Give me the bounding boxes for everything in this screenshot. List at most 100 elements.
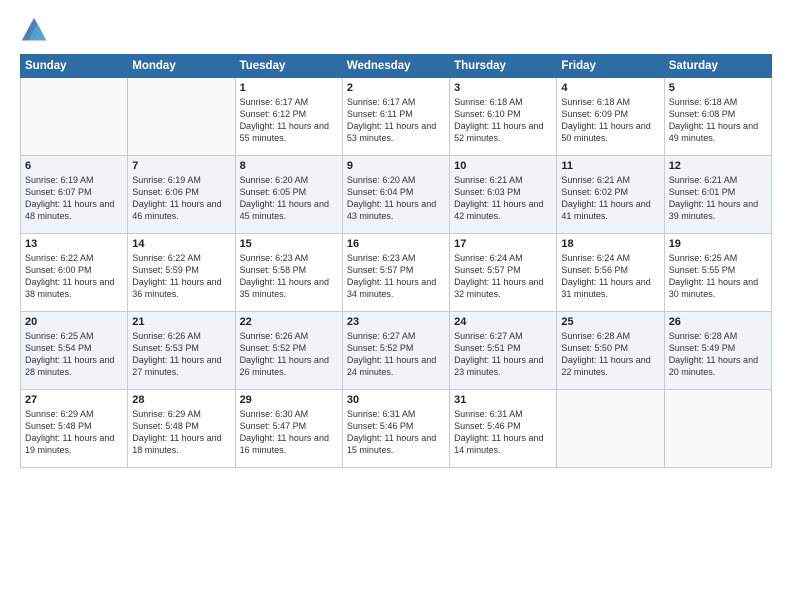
day-cell: 2 Sunrise: 6:17 AM Sunset: 6:11 PM Daylig… [342,78,449,156]
day-number: 10 [454,160,552,172]
day-cell: 11 Sunrise: 6:21 AM Sunset: 6:02 PM Dayli… [557,156,664,234]
day-info: Sunrise: 6:24 AM Sunset: 5:57 PM Dayligh… [454,252,552,301]
day-cell: 27Sunrise: 6:29 AM Sunset: 5:48 PM Dayli… [21,390,128,468]
day-cell [557,390,664,468]
day-cell: 14Sunrise: 6:22 AM Sunset: 5:59 PM Dayli… [128,234,235,312]
header-cell-thursday: Thursday [450,55,557,78]
logo-icon [20,16,48,44]
day-info: Sunrise: 6:24 AM Sunset: 5:56 PM Dayligh… [561,252,659,301]
day-cell: 6 Sunrise: 6:19 AM Sunset: 6:07 PM Daylig… [21,156,128,234]
day-cell: 9Sunrise: 6:20 AM Sunset: 6:04 PM Daylig… [342,156,449,234]
day-info: Sunrise: 6:19 AM Sunset: 6:06 PM Dayligh… [132,174,230,223]
day-info: Sunrise: 6:26 AM Sunset: 5:52 PM Dayligh… [240,330,338,379]
day-number: 7 [132,160,230,172]
day-number: 4 [561,82,659,94]
day-cell: 1Sunrise: 6:17 AM Sunset: 6:12 PM Daylig… [235,78,342,156]
day-cell: 26 Sunrise: 6:28 AM Sunset: 5:49 PM Dayli… [664,312,771,390]
day-info: Sunrise: 6:21 AM Sunset: 6:03 PM Dayligh… [454,174,552,223]
day-cell: 16 Sunrise: 6:23 AM Sunset: 5:57 PM Dayli… [342,234,449,312]
day-info: Sunrise: 6:21 AM Sunset: 6:01 PM Dayligh… [669,174,767,223]
day-cell: 25 Sunrise: 6:28 AM Sunset: 5:50 PM Dayli… [557,312,664,390]
day-cell: 18 Sunrise: 6:24 AM Sunset: 5:56 PM Dayli… [557,234,664,312]
day-info: Sunrise: 6:19 AM Sunset: 6:07 PM Dayligh… [25,174,123,223]
day-cell: 22 Sunrise: 6:26 AM Sunset: 5:52 PM Dayli… [235,312,342,390]
day-number: 26 [669,316,767,328]
day-info: Sunrise: 6:31 AM Sunset: 5:46 PM Dayligh… [454,408,552,457]
header-row: SundayMondayTuesdayWednesdayThursdayFrid… [21,55,772,78]
day-number: 8 [240,160,338,172]
header-cell-saturday: Saturday [664,55,771,78]
day-info: Sunrise: 6:22 AM Sunset: 6:00 PM Dayligh… [25,252,123,301]
day-info: Sunrise: 6:20 AM Sunset: 6:05 PM Dayligh… [240,174,338,223]
day-number: 21 [132,316,230,328]
calendar-table: SundayMondayTuesdayWednesdayThursdayFrid… [20,54,772,468]
day-cell: 31 Sunrise: 6:31 AM Sunset: 5:46 PM Dayli… [450,390,557,468]
logo [20,16,54,44]
day-info: Sunrise: 6:21 AM Sunset: 6:02 PM Dayligh… [561,174,659,223]
day-cell: 21Sunrise: 6:26 AM Sunset: 5:53 PM Dayli… [128,312,235,390]
day-info: Sunrise: 6:23 AM Sunset: 5:57 PM Dayligh… [347,252,445,301]
day-cell: 12 Sunrise: 6:21 AM Sunset: 6:01 PM Dayli… [664,156,771,234]
day-number: 12 [669,160,767,172]
day-number: 28 [132,394,230,406]
day-cell [21,78,128,156]
day-number: 11 [561,160,659,172]
day-number: 9 [347,160,445,172]
day-info: Sunrise: 6:18 AM Sunset: 6:09 PM Dayligh… [561,96,659,145]
day-info: Sunrise: 6:25 AM Sunset: 5:55 PM Dayligh… [669,252,767,301]
day-info: Sunrise: 6:17 AM Sunset: 6:11 PM Dayligh… [347,96,445,145]
week-row-4: 20 Sunrise: 6:25 AM Sunset: 5:54 PM Dayli… [21,312,772,390]
day-cell: 8 Sunrise: 6:20 AM Sunset: 6:05 PM Daylig… [235,156,342,234]
day-number: 2 [347,82,445,94]
day-cell: 4 Sunrise: 6:18 AM Sunset: 6:09 PM Daylig… [557,78,664,156]
day-number: 29 [240,394,338,406]
day-number: 17 [454,238,552,250]
header-cell-tuesday: Tuesday [235,55,342,78]
header-cell-sunday: Sunday [21,55,128,78]
day-cell: 3Sunrise: 6:18 AM Sunset: 6:10 PM Daylig… [450,78,557,156]
day-number: 31 [454,394,552,406]
day-cell [128,78,235,156]
day-cell [664,390,771,468]
day-info: Sunrise: 6:29 AM Sunset: 5:48 PM Dayligh… [132,408,230,457]
day-info: Sunrise: 6:25 AM Sunset: 5:54 PM Dayligh… [25,330,123,379]
day-info: Sunrise: 6:28 AM Sunset: 5:49 PM Dayligh… [669,330,767,379]
week-row-5: 27Sunrise: 6:29 AM Sunset: 5:48 PM Dayli… [21,390,772,468]
day-info: Sunrise: 6:17 AM Sunset: 6:12 PM Dayligh… [240,96,338,145]
day-cell: 20 Sunrise: 6:25 AM Sunset: 5:54 PM Dayli… [21,312,128,390]
day-number: 5 [669,82,767,94]
day-info: Sunrise: 6:18 AM Sunset: 6:10 PM Dayligh… [454,96,552,145]
week-row-1: 1Sunrise: 6:17 AM Sunset: 6:12 PM Daylig… [21,78,772,156]
day-cell: 29Sunrise: 6:30 AM Sunset: 5:47 PM Dayli… [235,390,342,468]
day-number: 23 [347,316,445,328]
day-number: 16 [347,238,445,250]
page: SundayMondayTuesdayWednesdayThursdayFrid… [0,0,792,612]
day-cell: 30 Sunrise: 6:31 AM Sunset: 5:46 PM Dayli… [342,390,449,468]
day-info: Sunrise: 6:23 AM Sunset: 5:58 PM Dayligh… [240,252,338,301]
day-number: 18 [561,238,659,250]
day-cell: 28 Sunrise: 6:29 AM Sunset: 5:48 PM Dayli… [128,390,235,468]
header [20,16,772,44]
day-cell: 19 Sunrise: 6:25 AM Sunset: 5:55 PM Dayli… [664,234,771,312]
day-info: Sunrise: 6:31 AM Sunset: 5:46 PM Dayligh… [347,408,445,457]
day-number: 30 [347,394,445,406]
header-cell-friday: Friday [557,55,664,78]
day-number: 24 [454,316,552,328]
day-number: 19 [669,238,767,250]
header-cell-wednesday: Wednesday [342,55,449,78]
day-info: Sunrise: 6:28 AM Sunset: 5:50 PM Dayligh… [561,330,659,379]
header-cell-monday: Monday [128,55,235,78]
day-info: Sunrise: 6:27 AM Sunset: 5:52 PM Dayligh… [347,330,445,379]
day-cell: 5Sunrise: 6:18 AM Sunset: 6:08 PM Daylig… [664,78,771,156]
day-cell: 17 Sunrise: 6:24 AM Sunset: 5:57 PM Dayli… [450,234,557,312]
day-cell: 7 Sunrise: 6:19 AM Sunset: 6:06 PM Daylig… [128,156,235,234]
day-cell: 23 Sunrise: 6:27 AM Sunset: 5:52 PM Dayli… [342,312,449,390]
day-info: Sunrise: 6:29 AM Sunset: 5:48 PM Dayligh… [25,408,123,457]
day-number: 6 [25,160,123,172]
day-number: 22 [240,316,338,328]
day-info: Sunrise: 6:22 AM Sunset: 5:59 PM Dayligh… [132,252,230,301]
day-number: 25 [561,316,659,328]
day-number: 20 [25,316,123,328]
calendar-body: 1Sunrise: 6:17 AM Sunset: 6:12 PM Daylig… [21,78,772,468]
day-info: Sunrise: 6:27 AM Sunset: 5:51 PM Dayligh… [454,330,552,379]
